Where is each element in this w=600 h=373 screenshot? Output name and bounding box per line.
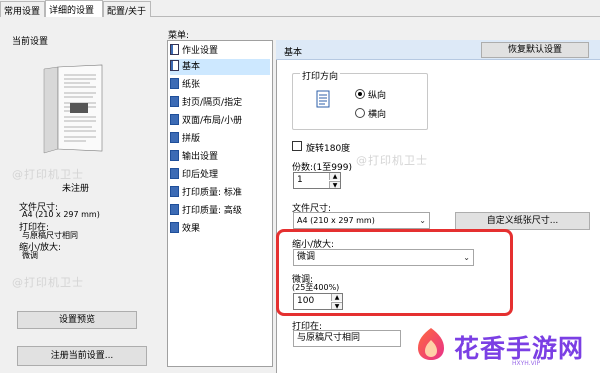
watermark-text: @打印机卫士 (12, 168, 84, 181)
paper-size-select[interactable]: A4 (210 x 297 mm) ⌄ (293, 212, 430, 229)
menu-item-duplex[interactable]: 双面/布局/小册 (170, 113, 270, 129)
menu-item-paper[interactable]: 纸张 (170, 77, 270, 93)
content-header-title: 基本 (284, 48, 303, 58)
copies-up-icon[interactable]: ▲ (329, 173, 340, 180)
basic-icon (170, 60, 179, 71)
paper-size-summary-value: A4 (210 x 297 mm) (22, 210, 100, 219)
custom-paper-size-button[interactable]: 自定义纸张尺寸... (455, 212, 590, 230)
duplex-icon (170, 114, 179, 125)
quality-standard-icon (170, 186, 179, 197)
tab-detailed-settings[interactable]: 详细的设置 (45, 0, 103, 17)
copies-input[interactable]: 1 ▲ ▼ (293, 172, 341, 189)
landscape-label: 横向 (368, 110, 387, 120)
register-current-settings-button[interactable]: 注册当前设置... (17, 346, 147, 366)
page-preview-icon (40, 63, 106, 157)
chevron-down-icon: ⌄ (419, 216, 426, 225)
menu-item-cover[interactable]: 封页/隔页/指定 (170, 95, 270, 111)
tab-common-settings[interactable]: 常用设置 (0, 1, 45, 17)
tab-bar: 常用设置 详细的设置 配置/关于 (0, 0, 600, 17)
menu-item-imposition[interactable]: 拼版 (170, 131, 270, 147)
portrait-radio[interactable] (355, 89, 365, 99)
highlight-box (276, 229, 513, 316)
cover-icon (170, 96, 179, 107)
tab-config-about[interactable]: 配置/关于 (103, 1, 151, 17)
effects-icon (170, 222, 179, 233)
print-on-select[interactable]: 与原稿尺寸相同 (293, 330, 401, 347)
job-settings-icon (170, 44, 179, 55)
current-settings-title: 当前设置 (12, 37, 49, 47)
output-icon (170, 150, 179, 161)
menu-item-finishing[interactable]: 印后处理 (170, 167, 270, 183)
landscape-radio[interactable] (355, 108, 365, 118)
restore-defaults-button[interactable]: 恢复默认设置 (481, 42, 589, 58)
rotate-180-checkbox[interactable] (292, 141, 302, 151)
quality-advanced-icon (170, 204, 179, 215)
settings-preview-button[interactable]: 设置预览 (17, 311, 137, 329)
scale-summary-value: 微调 (22, 251, 38, 260)
imposition-icon (170, 132, 179, 143)
menu-tree: 作业设置 基本 纸张 封页/隔页/指定 双面/布局/小册 拼版 输出设置 印后处… (167, 40, 273, 367)
finishing-icon (170, 168, 179, 179)
menu-item-quality-advanced[interactable]: 打印质量: 高级 (170, 203, 270, 219)
watermark-text: @打印机卫士 (12, 276, 84, 289)
portrait-label: 纵向 (368, 91, 387, 101)
brand-url: HXYH.VIP (512, 360, 541, 367)
watermark-text: @打印机卫士 (356, 154, 428, 167)
portrait-page-icon (316, 90, 330, 108)
copies-down-icon[interactable]: ▼ (329, 181, 340, 189)
paper-icon (170, 78, 179, 89)
orientation-title: 打印方向 (300, 69, 341, 82)
menu-item-effects[interactable]: 效果 (170, 221, 270, 237)
menu-item-quality-standard[interactable]: 打印质量: 标准 (170, 185, 270, 201)
brand-logo-icon (414, 326, 448, 362)
menu-item-output[interactable]: 输出设置 (170, 149, 270, 165)
menu-item-basic[interactable]: 基本 (170, 59, 270, 75)
rotate-180-label: 旋转180度 (306, 144, 351, 154)
menu-item-job-settings[interactable]: 作业设置 (170, 43, 270, 59)
unregistered-label: 未注册 (62, 184, 90, 194)
